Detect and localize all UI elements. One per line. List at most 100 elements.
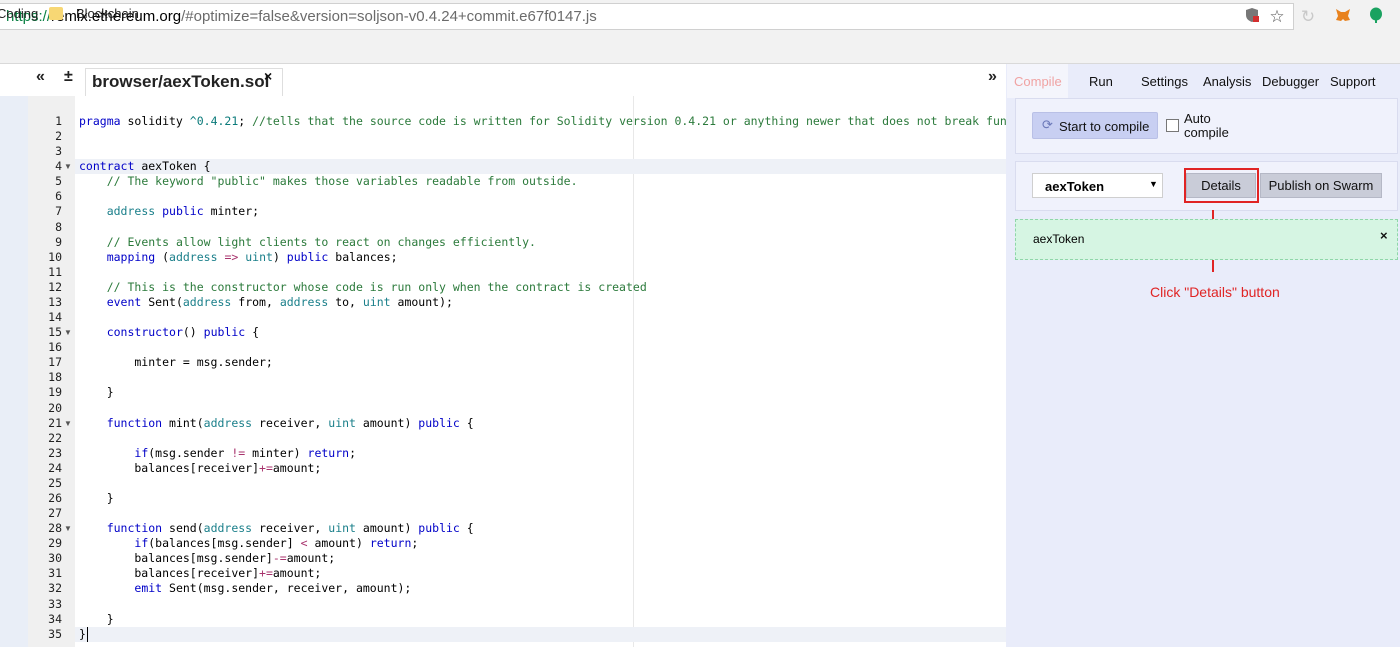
code-line[interactable]: } xyxy=(79,491,114,506)
line-number: 29 xyxy=(48,536,62,551)
line-number: 4 xyxy=(55,159,62,174)
fold-arrow-icon[interactable]: ▼ xyxy=(64,521,72,536)
refresh-icon: ⟳ xyxy=(1042,117,1053,132)
tab-analysis[interactable]: Analysis xyxy=(1203,74,1251,89)
line-number: 6 xyxy=(55,189,62,204)
annotation-text: Click "Details" button xyxy=(1150,284,1280,300)
code-line[interactable]: emit Sent(msg.sender, receiver, amount); xyxy=(79,581,411,596)
print-margin-line xyxy=(633,96,634,647)
line-number: 35 xyxy=(48,626,62,641)
code-line[interactable]: event Sent(address from, address to, uin… xyxy=(79,295,453,310)
line-number: 23 xyxy=(48,445,62,460)
code-line[interactable]: // Events allow light clients to react o… xyxy=(79,235,536,250)
tab-compile[interactable]: Compile xyxy=(1014,74,1062,89)
code-line[interactable]: if(msg.sender != minter) return; xyxy=(79,446,356,461)
line-number: 17 xyxy=(48,355,62,370)
code-line[interactable]: balances[receiver]+=amount; xyxy=(79,566,321,581)
line-number: 21 xyxy=(48,415,62,430)
line-number: 20 xyxy=(48,400,62,415)
line-number: 34 xyxy=(48,611,62,626)
code-line[interactable]: // The keyword "public" makes those vari… xyxy=(79,174,578,189)
start-compile-label: Start to compile xyxy=(1059,119,1150,134)
close-icon[interactable]: × xyxy=(1380,228,1388,243)
url-rest: /#optimize=false&version=soljson-v0.4.24… xyxy=(181,8,597,25)
line-number: 10 xyxy=(48,249,62,264)
compiled-contract-name: aexToken xyxy=(1033,232,1085,246)
metamask-fox-icon[interactable] xyxy=(1333,7,1353,27)
line-number: 15 xyxy=(48,325,62,340)
line-number: 2 xyxy=(55,129,62,144)
code-line[interactable]: pragma solidity ^0.4.21; //tells that th… xyxy=(79,114,1007,129)
security-shield-icon[interactable] xyxy=(1242,7,1262,27)
contract-select[interactable]: aexToken ▼ xyxy=(1032,173,1163,198)
extension-sync-icon[interactable]: ↻ xyxy=(1298,7,1318,27)
line-number: 14 xyxy=(48,310,62,325)
line-number: 1 xyxy=(55,114,62,128)
active-line-highlight xyxy=(75,159,1006,175)
contract-select-value: aexToken xyxy=(1045,179,1105,194)
code-line[interactable]: balances[receiver]+=amount; xyxy=(79,461,321,476)
fold-arrow-icon[interactable]: ▼ xyxy=(64,325,72,340)
line-number: 31 xyxy=(48,566,62,581)
code-line[interactable]: function send(address receiver, uint amo… xyxy=(79,521,474,536)
code-line[interactable]: minter = msg.sender; xyxy=(79,355,273,370)
url-field[interactable]: https://remix.ethereum.org/#optimize=fal… xyxy=(0,3,1294,30)
code-line[interactable]: if(balances[msg.sender] < amount) return… xyxy=(79,536,418,551)
start-compile-button[interactable]: ⟳ Start to compile xyxy=(1032,112,1158,139)
line-number: 16 xyxy=(48,340,62,355)
code-line[interactable]: contract aexToken { xyxy=(79,159,211,174)
auto-compile-label: Auto compile xyxy=(1184,111,1229,140)
publish-swarm-button[interactable]: Publish on Swarm xyxy=(1260,173,1382,198)
folder-icon xyxy=(49,7,63,20)
line-number: 9 xyxy=(55,234,62,249)
bookmark-blockchain[interactable]: Blockchain xyxy=(76,6,139,21)
line-number: 5 xyxy=(55,174,62,189)
line-number: 7 xyxy=(55,204,62,219)
tab-support[interactable]: Support xyxy=(1330,74,1376,89)
dropdown-arrow-icon: ▼ xyxy=(1149,179,1158,189)
bookmark-coding[interactable]: Coding xyxy=(0,6,38,21)
active-line-highlight xyxy=(75,626,1006,642)
close-tab-icon[interactable]: × xyxy=(264,68,272,84)
line-number: 32 xyxy=(48,581,62,596)
tab-run[interactable]: Run xyxy=(1089,74,1113,89)
line-number: 26 xyxy=(48,491,62,505)
code-line[interactable]: // This is the constructor whose code is… xyxy=(79,280,647,295)
line-number: 33 xyxy=(48,596,62,611)
code-line[interactable]: constructor() public { xyxy=(79,325,259,340)
line-number: 13 xyxy=(48,294,62,309)
extension-balloon-icon[interactable] xyxy=(1366,7,1386,27)
line-number: 24 xyxy=(48,460,62,475)
auto-compile-checkbox[interactable] xyxy=(1166,119,1179,132)
annotation-highlight-box xyxy=(1184,168,1259,203)
tab-debugger[interactable]: Debugger xyxy=(1262,74,1319,89)
code-line[interactable]: mapping (address => uint) public balance… xyxy=(79,250,398,265)
editor-tab-filename[interactable]: browser/aexToken.sol xyxy=(92,72,269,92)
line-number: 28 xyxy=(48,521,62,536)
line-number: 25 xyxy=(48,475,62,490)
line-number: 8 xyxy=(55,219,62,234)
line-number: 22 xyxy=(48,430,62,445)
code-line[interactable]: balances[msg.sender]-=amount; xyxy=(79,551,335,566)
code-line[interactable]: address public minter; xyxy=(79,204,259,219)
line-number: 12 xyxy=(48,279,62,294)
code-line[interactable]: } xyxy=(79,627,86,642)
line-number: 19 xyxy=(48,385,62,400)
text-cursor xyxy=(87,626,88,642)
fold-arrow-icon[interactable]: ▼ xyxy=(64,416,72,431)
add-file-icon[interactable]: ± xyxy=(64,68,73,86)
code-line[interactable]: } xyxy=(79,385,114,400)
expand-right-icon[interactable]: » xyxy=(988,68,997,86)
collapse-left-icon[interactable]: « xyxy=(36,68,45,86)
tab-settings[interactable]: Settings xyxy=(1141,74,1188,89)
line-number: 27 xyxy=(48,506,62,521)
code-line[interactable]: function mint(address receiver, uint amo… xyxy=(79,416,474,431)
line-number: 18 xyxy=(48,370,62,385)
line-number: 11 xyxy=(48,264,62,279)
line-number: 30 xyxy=(48,551,62,566)
code-line[interactable]: } xyxy=(79,612,114,627)
line-number: 3 xyxy=(55,144,62,159)
fold-arrow-icon[interactable]: ▼ xyxy=(64,159,72,174)
bookmarks-bar xyxy=(0,34,1400,64)
bookmark-star-icon[interactable]: ☆ xyxy=(1267,7,1287,27)
